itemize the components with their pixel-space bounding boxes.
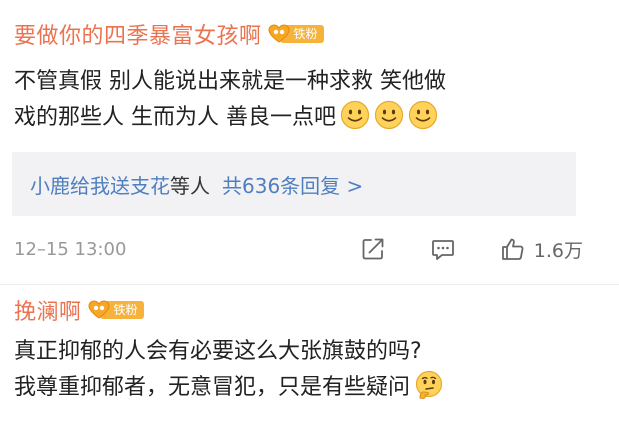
comment-text-line: 戏的那些人 生而为人 善良一点吧 [14,105,336,130]
reply-suffix: 等人 [170,173,210,198]
comment-divider [0,284,619,285]
comment-text-line: 不管真假 别人能说出来就是一种求救 笑他做 [14,69,446,94]
comment-actions: 1.6万 [360,236,583,263]
heart-badge-icon [88,300,110,319]
comment-text-line-with-emoji: 戏的那些人 生而为人 善良一点吧 [14,100,579,136]
fan-badge[interactable]: 铁粉 [268,23,324,45]
like-count: 1.6万 [533,239,583,262]
smile-emoji-icon [408,100,438,130]
smile-emoji-icon [374,100,404,130]
comment-body: 真正抑郁的人会有必要这么大张旗鼓的吗? 我尊重抑郁者，无意冒犯，只是有些疑问 [14,334,579,406]
comment-icon[interactable] [430,236,456,262]
comment-header: 挽澜啊 铁粉 [14,294,144,326]
comment-body: 不管真假 别人能说出来就是一种求救 笑他做 戏的那些人 生而为人 善良一点吧 [14,64,579,136]
smile-emoji-icon [340,100,370,130]
comment-text-line: 真正抑郁的人会有必要这么大张旗鼓的吗? [14,339,422,364]
share-icon[interactable] [360,236,386,262]
username[interactable]: 要做你的四季暴富女孩啊 [14,18,262,50]
reply-user-link[interactable]: 小鹿给我送支花 [30,170,170,199]
replies-preview[interactable]: 小鹿给我送支花 等人 共636条回复 > [12,152,576,216]
comment-text-line-with-emoji: 我尊重抑郁者，无意冒犯，只是有些疑问 [14,370,579,406]
comment-meta: 12–15 13:00 1.6万 [14,232,583,266]
heart-badge-icon [268,24,290,43]
timestamp: 12–15 13:00 [14,238,127,260]
username[interactable]: 挽澜啊 [14,294,82,326]
thinking-emoji-icon [415,370,443,400]
like-group[interactable]: 1.6万 [500,236,583,263]
fan-badge[interactable]: 铁粉 [88,299,144,321]
comment-header: 要做你的四季暴富女孩啊 铁粉 [14,18,324,50]
comment-text-line: 我尊重抑郁者，无意冒犯，只是有些疑问 [14,375,411,400]
thumbs-up-icon[interactable] [500,236,526,262]
reply-count-link[interactable]: 共636条回复 > [222,170,363,199]
